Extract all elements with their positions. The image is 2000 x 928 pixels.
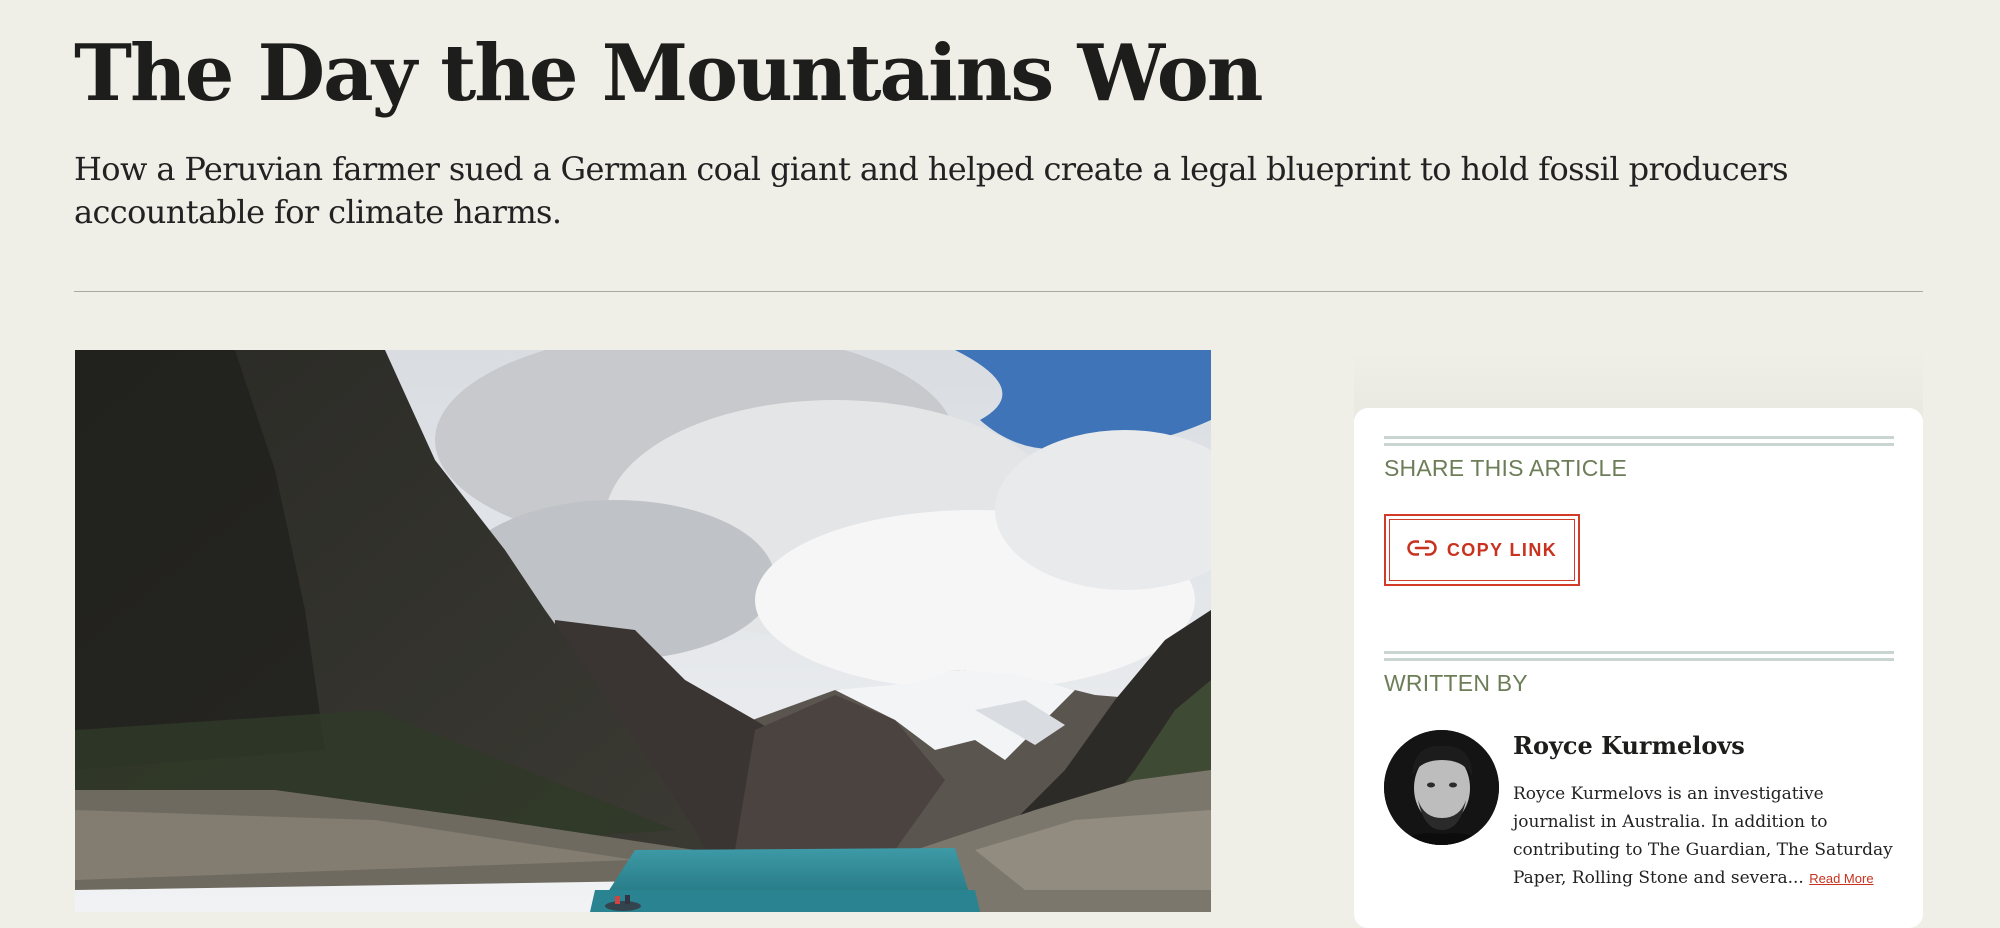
author-section-rule: [1384, 651, 1894, 661]
share-section-rule: [1384, 436, 1894, 446]
article-subtitle: How a Peruvian farmer sued a German coal…: [74, 150, 1789, 231]
copy-link-button[interactable]: COPY LINK: [1384, 514, 1580, 586]
share-heading: SHARE THIS ARTICLE: [1384, 455, 1628, 481]
author-avatar[interactable]: [1384, 730, 1499, 845]
article-title: The Day the Mountains Won: [74, 28, 1263, 119]
hero-image: [75, 350, 1211, 912]
link-icon: [1407, 539, 1437, 561]
author-name[interactable]: Royce Kurmelovs: [1513, 730, 1745, 762]
copy-link-label: COPY LINK: [1446, 539, 1558, 560]
author-bio: Royce Kurmelovs is an investigative jour…: [1513, 780, 1893, 893]
read-more-link[interactable]: Read More: [1809, 871, 1873, 886]
sidebar-card: SHARE THIS ARTICLE COPY LINK WRITTEN BY …: [1354, 408, 1923, 928]
mountain-lake-photo: [75, 350, 1211, 912]
author-heading: WRITTEN BY: [1384, 670, 1528, 696]
header-divider: [74, 291, 1923, 292]
